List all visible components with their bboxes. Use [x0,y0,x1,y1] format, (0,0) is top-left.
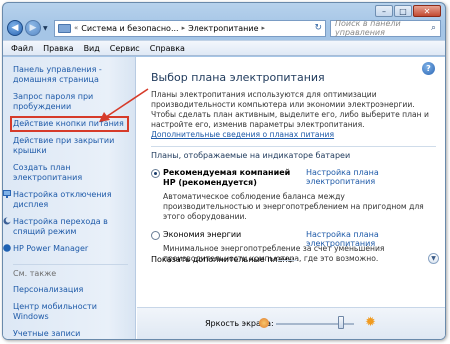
sidebar-item-sleep[interactable]: Настройка перехода в спящий режим [3,217,133,237]
breadcrumb-system-security[interactable]: Система и безопасно... [81,24,178,33]
menu-bar: Файл Правка Вид Сервис Справка [3,40,445,56]
plan-radio-selected[interactable] [151,169,160,178]
maximize-button[interactable]: □ [394,5,412,17]
back-arrow-icon[interactable]: ◀ [7,20,23,36]
sidebar-item-mobility-center[interactable]: Центр мобильности Windows [13,302,133,322]
hp-logo-icon [3,244,11,252]
sidebar-item-display-off[interactable]: Настройка отключения дисплея [3,190,133,210]
chevron-right-icon[interactable]: « [74,24,78,32]
breadcrumb-power-options[interactable]: Электропитание [188,24,258,33]
search-placeholder: Поиск в панели управления [335,19,401,37]
control-panel-icon [58,23,71,33]
plan-name: Экономия энергии [163,230,242,239]
sidebar-item-power-button[interactable]: Действие кнопки питания [10,116,129,132]
plan-settings-link[interactable]: Настройка плана электропитания [306,230,436,248]
divider [277,260,297,261]
menu-file[interactable]: Файл [11,44,33,53]
refresh-icon[interactable]: ↻ [314,23,322,33]
chevron-down-icon[interactable]: ▼ [428,253,439,264]
search-icon[interactable]: ⌕ [431,23,436,33]
brightness-bar: Яркость экрана: ✹ [137,307,445,339]
see-also-heading: См. также [13,264,128,279]
sidebar-item-home[interactable]: Панель управления - домашняя страница [13,65,133,85]
sidebar: Панель управления - домашняя страница За… [3,57,136,339]
chevron-right-icon[interactable]: ▸ [262,24,266,32]
close-button[interactable]: ✕ [413,5,441,17]
sidebar-item-lid-close[interactable]: Действие при закрытии крышки [13,136,133,156]
sidebar-item-create-plan[interactable]: Создать план электропитания [13,163,133,183]
plan-radio[interactable] [151,231,160,240]
sidebar-item-label: Настройка отключения дисплея [13,190,112,209]
content-area: Панель управления - домашняя страница За… [3,57,445,339]
learn-more-link[interactable]: Дополнительные сведения о планах питания [151,130,334,139]
monitor-icon [3,190,11,198]
page-title: Выбор плана электропитания [151,71,325,84]
brightness-high-icon: ✹ [365,315,376,330]
window-controls: – □ ✕ [375,5,441,17]
menu-tools[interactable]: Сервис [110,44,140,53]
sidebar-item-user-accounts[interactable]: Учетные записи пользователей [13,329,133,339]
forward-arrow-icon[interactable]: ▶ [25,20,41,36]
plan-description: Автоматическое соблюдение баланса между … [163,192,424,221]
address-bar[interactable]: « Система и безопасно... ▸ Электропитани… [54,19,326,37]
brightness-slider-thumb[interactable] [338,316,344,329]
control-panel-window: – □ ✕ ◀ ▶ ▼ « Система и безопасно... ▸ Э… [2,2,446,340]
sidebar-item-hp-power-manager[interactable]: HP Power Manager [3,244,133,254]
brightness-low-icon [259,318,269,328]
plan-item-hp-recommended[interactable]: Рекомендуемая компанией HP (рекомендуетс… [151,168,436,222]
plan-settings-link[interactable]: Настройка плана электропитания [306,168,436,186]
search-input[interactable]: Поиск в панели управления ⌕ [330,19,441,37]
sidebar-item-label: HP Power Manager [13,244,89,253]
navigation-bar: ◀ ▶ ▼ « Система и безопасно... ▸ Электро… [7,18,441,38]
menu-view[interactable]: Вид [84,44,100,53]
moon-icon [3,217,11,225]
plans-section-heading: Планы, отображаемые на индикаторе батаре… [151,146,436,160]
menu-help[interactable]: Справка [150,44,185,53]
sidebar-item-personalization[interactable]: Персонализация [13,285,133,295]
sidebar-item-wake-password[interactable]: Запрос пароля при пробуждении [13,92,133,112]
menu-edit[interactable]: Правка [43,44,73,53]
intro-text: Планы электропитания используются для оп… [151,90,436,140]
plan-name: Рекомендуемая компанией HP (рекомендуетс… [163,168,291,187]
main-panel: Выбор плана электропитания Планы электро… [137,57,445,339]
intro-description: Планы электропитания используются для оп… [151,90,429,129]
help-icon[interactable]: ? [422,62,435,75]
sidebar-item-label: Настройка перехода в спящий режим [13,217,108,236]
minimize-button[interactable]: – [375,5,393,17]
chevron-right-icon[interactable]: ▸ [182,24,186,32]
history-dropdown-icon[interactable]: ▼ [43,25,51,32]
